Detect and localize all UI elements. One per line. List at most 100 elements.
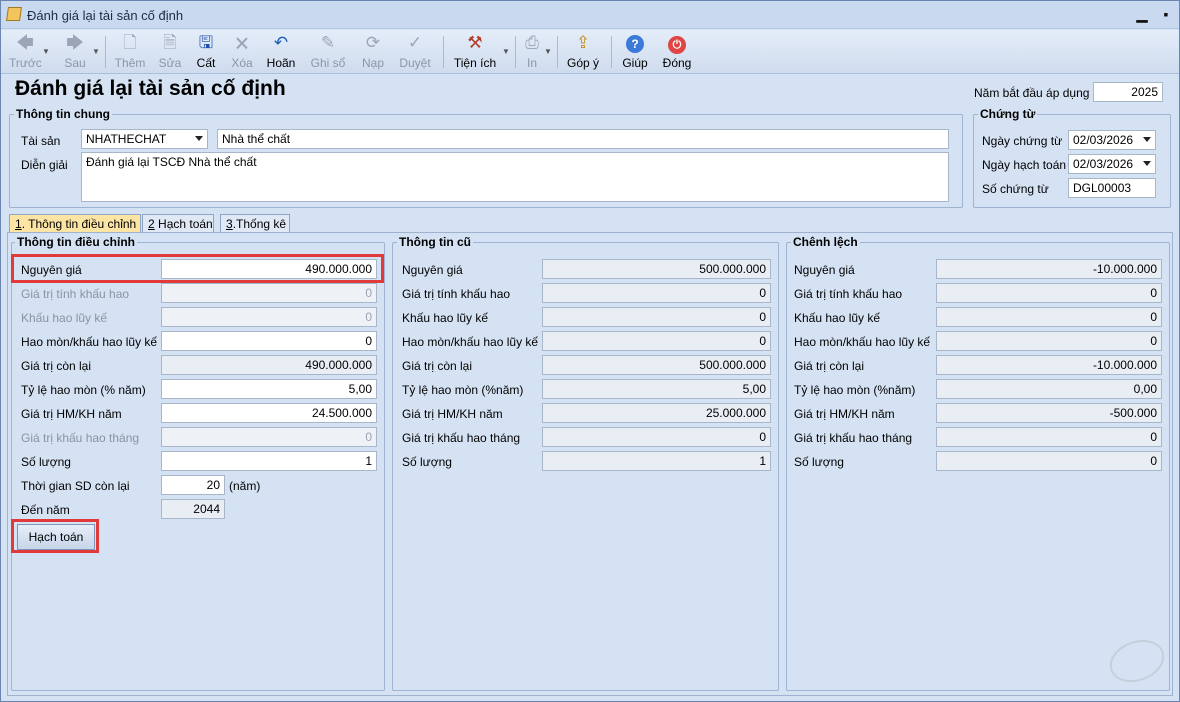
prev-dropdown-icon[interactable]: ▼ <box>42 47 50 56</box>
toolbar: 🡄 Trước ▼ 🡆 Sau ▼ 🗋 Thêm 🗎 Sửa 🖫 Cất 🗙 X… <box>1 30 1179 74</box>
old-annual-value: 25.000.000 <box>542 403 771 423</box>
old-qty-label: Số lượng <box>402 455 452 469</box>
adj-depr-base-label: Giá trị tính khấu hao <box>21 287 130 301</box>
title-bar: Đánh giá lại tài sản cố định ▁ ▪ <box>1 1 1179 29</box>
voucher-number-input[interactable]: DGL00003 <box>1068 178 1156 198</box>
adj-depr-base-input[interactable]: 0 <box>161 283 377 303</box>
feedback-button[interactable]: ⇪ Góp ý <box>565 32 601 72</box>
old-wear-accum-value: 0 <box>542 331 771 351</box>
page-title: Đánh giá lại tài sản cố định <box>15 77 286 100</box>
old-depr-base-label: Giá trị tính khấu hao <box>402 287 511 301</box>
add-button[interactable]: 🗋 Thêm <box>113 32 147 72</box>
chevron-down-icon <box>1143 161 1151 166</box>
toolbar-separator <box>515 36 516 68</box>
maximize-button[interactable]: ▪ <box>1155 5 1177 23</box>
delete-button[interactable]: 🗙 Xóa <box>227 32 257 72</box>
diff-remaining-value: -10.000.000 <box>936 355 1162 375</box>
voucher-title: Chứng từ <box>978 107 1038 121</box>
diff-qty-value: 0 <box>936 451 1162 471</box>
adj-remaining-label: Giá trị còn lại <box>21 359 92 373</box>
old-rate-value: 5,00 <box>542 379 771 399</box>
adj-remaining-value: 490.000.000 <box>161 355 377 375</box>
highlight-post-button <box>11 519 99 553</box>
approve-button[interactable]: ✓ Duyệt <box>397 32 433 72</box>
adj-monthly-input[interactable]: 0 <box>161 427 377 447</box>
adjustment-title: Thông tin điều chỉnh <box>15 235 137 249</box>
asset-code-value: NHATHECHAT <box>86 132 167 146</box>
diff-monthly-value: 0 <box>936 427 1162 447</box>
check-icon: ✓ <box>407 33 423 52</box>
tab-adjustment-info[interactable]: 1. Thông tin điều chỉnh <box>9 214 141 234</box>
highlight-original-cost <box>11 254 384 283</box>
floppy-disk-icon: 🖫 <box>198 33 214 52</box>
old-rate-label: Tỷ lệ hao mòn (%năm) <box>402 383 524 397</box>
diff-rate-value: 0,00 <box>936 379 1162 399</box>
diff-qty-label: Số lượng <box>794 455 844 469</box>
utilities-button[interactable]: ⚒ Tiện ích <box>453 32 497 72</box>
asset-label: Tài sản <box>21 134 61 148</box>
chevron-down-icon <box>195 136 203 141</box>
toolbar-separator <box>557 36 558 68</box>
asset-name-input[interactable]: Nhà thể chất <box>217 129 949 149</box>
asset-code-select[interactable]: NHATHECHAT <box>81 129 208 149</box>
print-dropdown-icon[interactable]: ▼ <box>544 47 552 56</box>
voucher-date-picker[interactable]: 02/03/2026 <box>1068 130 1156 150</box>
printer-icon: ⎙ <box>525 33 539 52</box>
edit-document-icon: 🗎 <box>163 33 177 52</box>
next-button[interactable]: 🡆 Sau <box>59 32 91 72</box>
undo-button[interactable]: ↶ Hoãn <box>265 32 297 72</box>
end-year-value: 2044 <box>161 499 225 519</box>
diff-accum-depr-value: 0 <box>936 307 1162 327</box>
delete-document-icon: 🗙 <box>235 33 249 52</box>
app-icon <box>6 7 22 21</box>
diff-accum-depr-label: Khấu hao lũy kế <box>794 311 881 325</box>
tab-statistics[interactable]: 3.Thống kê <box>220 214 290 233</box>
old-remaining-value: 500.000.000 <box>542 355 771 375</box>
diff-original-cost-label: Nguyên giá <box>794 263 855 277</box>
close-button[interactable]: ⏻ Đóng <box>659 32 695 72</box>
toolbar-separator <box>443 36 444 68</box>
adj-rate-label: Tỷ lệ hao mòn (% năm) <box>21 383 146 397</box>
help-button[interactable]: ? Giúp <box>619 32 651 72</box>
old-annual-label: Giá trị HM/KH năm <box>402 407 503 421</box>
tab-accounting[interactable]: 2 Hạch toán <box>142 214 214 233</box>
old-accum-depr-label: Khấu hao lũy kế <box>402 311 489 325</box>
minimize-button[interactable]: ▁ <box>1131 5 1153 23</box>
voucher-date-label: Ngày chứng từ <box>982 134 1063 148</box>
diff-remaining-label: Giá trị còn lại <box>794 359 865 373</box>
help-icon: ? <box>619 32 651 54</box>
adj-qty-input[interactable]: 1 <box>161 451 377 471</box>
edit-button[interactable]: 🗎 Sửa <box>155 32 185 72</box>
posting-date-picker[interactable]: 02/03/2026 <box>1068 154 1156 174</box>
refresh-icon: ⟳ <box>365 33 381 52</box>
old-qty-value: 1 <box>542 451 771 471</box>
difference-title: Chênh lệch <box>791 235 860 249</box>
start-year-label: Năm bắt đầu áp dụng <box>974 86 1090 100</box>
reload-button[interactable]: ⟳ Nạp <box>359 32 387 72</box>
old-wear-accum-label: Hao mòn/khấu hao lũy kế <box>402 335 539 349</box>
description-textarea[interactable]: Đánh giá lại TSCĐ Nhà thể chất <box>81 152 949 202</box>
old-accum-depr-value: 0 <box>542 307 771 327</box>
new-document-icon: 🗋 <box>123 33 137 52</box>
prev-button[interactable]: 🡄 Trước <box>9 32 42 72</box>
adj-accum-depr-input[interactable]: 0 <box>161 307 377 327</box>
app-window: Đánh giá lại tài sản cố định ▁ ▪ 🡄 Trước… <box>0 0 1180 702</box>
chevron-down-icon <box>1143 137 1151 142</box>
diff-original-cost-value: -10.000.000 <box>936 259 1162 279</box>
general-info-title: Thông tin chung <box>14 107 112 121</box>
post-button[interactable]: ✎ Ghi sổ <box>309 32 347 72</box>
adj-annual-input[interactable]: 24.500.000 <box>161 403 377 423</box>
old-info-title: Thông tin cũ <box>397 235 473 249</box>
print-button[interactable]: ⎙ In <box>521 32 543 72</box>
utilities-dropdown-icon[interactable]: ▼ <box>502 47 510 56</box>
old-original-cost-label: Nguyên giá <box>402 263 463 277</box>
adj-rate-input[interactable]: 5,00 <box>161 379 377 399</box>
adj-annual-label: Giá trị HM/KH năm <box>21 407 122 421</box>
adj-wear-accum-input[interactable]: 0 <box>161 331 377 351</box>
next-dropdown-icon[interactable]: ▼ <box>92 47 100 56</box>
remaining-life-input[interactable]: 20 <box>161 475 225 495</box>
power-icon: ⏻ <box>659 32 695 54</box>
start-year-input[interactable]: 2025 <box>1093 82 1163 102</box>
diff-wear-accum-value: 0 <box>936 331 1162 351</box>
save-button[interactable]: 🖫 Cất <box>191 32 221 72</box>
